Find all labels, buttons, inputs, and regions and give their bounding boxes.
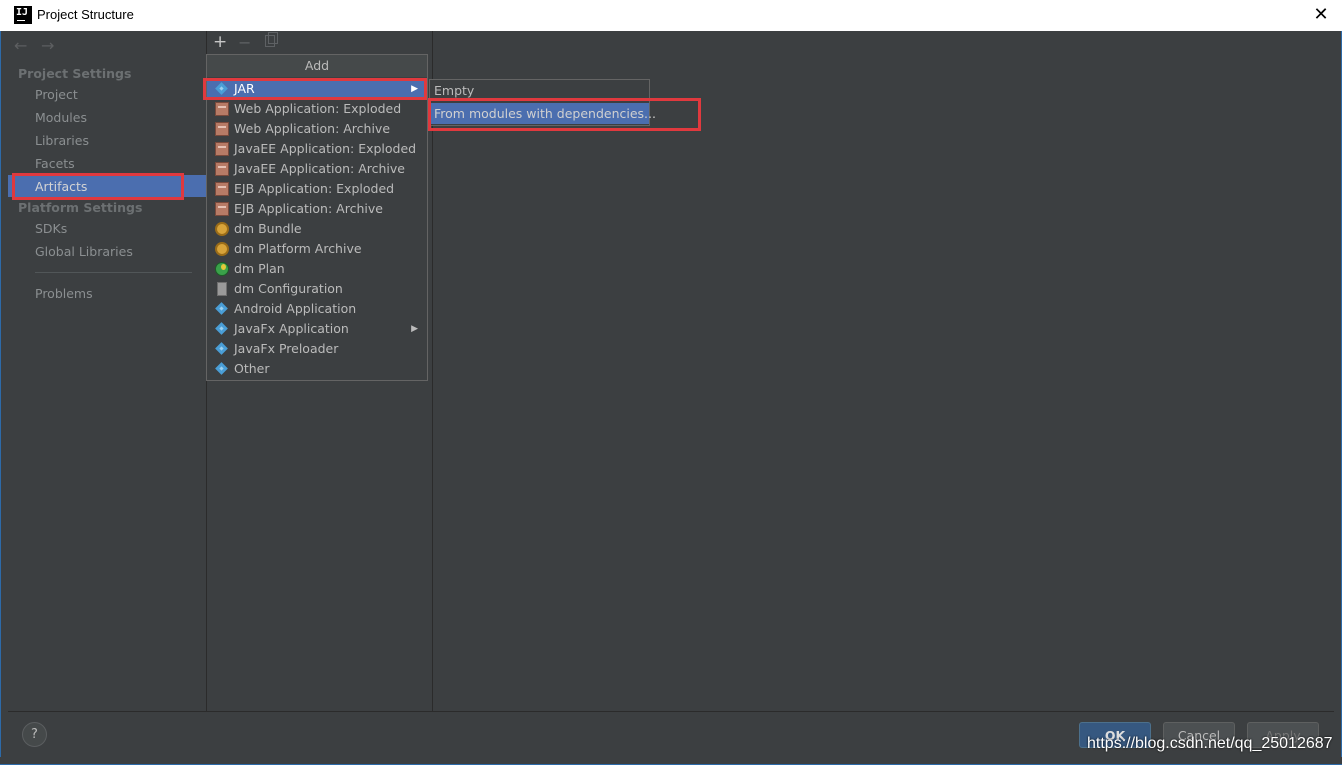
globe-icon bbox=[215, 262, 229, 276]
menu-item-label: Web Application: Archive bbox=[234, 121, 391, 136]
bundle-gear-icon bbox=[215, 242, 229, 256]
sidebar-item-modules[interactable]: Modules bbox=[35, 110, 87, 125]
diamond-icon bbox=[215, 302, 229, 316]
menu-item-label: JavaFx Preloader bbox=[234, 341, 339, 356]
menu-item-dm-bundle[interactable]: dm Bundle bbox=[207, 219, 427, 239]
sidebar-divider bbox=[35, 272, 192, 273]
menu-item-other[interactable]: Other bbox=[207, 359, 427, 379]
diamond-icon bbox=[215, 322, 229, 336]
ejb-icon bbox=[215, 182, 229, 196]
submenu-arrow-icon: ▶ bbox=[411, 84, 418, 94]
forward-arrow-icon[interactable]: → bbox=[41, 36, 54, 55]
submenu-arrow-icon: ▶ bbox=[411, 324, 418, 334]
bundle-gear-icon bbox=[215, 222, 229, 236]
menu-item-label: JavaEE Application: Archive bbox=[234, 161, 405, 176]
sidebar-item-global-libraries[interactable]: Global Libraries bbox=[35, 244, 133, 259]
menu-item-label: JavaFx Application bbox=[234, 321, 349, 336]
menu-item-dm-configuration[interactable]: dm Configuration bbox=[207, 279, 427, 299]
watermark-text: https://blog.csdn.net/qq_25012687 bbox=[1087, 735, 1333, 752]
javaee-icon bbox=[215, 142, 229, 156]
menu-item-label: EJB Application: Archive bbox=[234, 201, 383, 216]
diamond-icon bbox=[215, 362, 229, 376]
menu-item-label: dm Configuration bbox=[234, 281, 343, 296]
menu-item-label: Other bbox=[234, 361, 270, 376]
copy-icon[interactable] bbox=[265, 32, 278, 47]
menu-item-javaee-exploded[interactable]: JavaEE Application: Exploded bbox=[207, 139, 427, 159]
menu-item-ejb-archive[interactable]: EJB Application: Archive bbox=[207, 199, 427, 219]
menu-item-label: dm Plan bbox=[234, 261, 285, 276]
menu-item-label: dm Platform Archive bbox=[234, 241, 362, 256]
window-title: Project Structure bbox=[37, 7, 134, 22]
sidebar-item-libraries[interactable]: Libraries bbox=[35, 133, 89, 148]
menu-item-jar[interactable]: JAR ▶ bbox=[207, 79, 427, 99]
section-project-settings: Project Settings bbox=[18, 66, 132, 81]
sidebar-item-facets[interactable]: Facets bbox=[35, 156, 75, 171]
add-button[interactable]: + bbox=[213, 32, 227, 52]
menu-item-label: JAR bbox=[234, 81, 255, 96]
web-app-icon bbox=[215, 122, 229, 136]
window-titlebar: IJ Project Structure ✕ bbox=[0, 0, 1342, 32]
sidebar-item-sdks[interactable]: SDKs bbox=[35, 221, 67, 236]
diamond-icon bbox=[215, 82, 229, 96]
menu-item-label: EJB Application: Exploded bbox=[234, 181, 395, 196]
popup-header: Add bbox=[207, 55, 427, 77]
help-button[interactable]: ? bbox=[22, 722, 47, 747]
submenu-item-empty[interactable]: Empty bbox=[434, 83, 474, 98]
sidebar-item-project[interactable]: Project bbox=[35, 87, 78, 102]
window-frame-bottom bbox=[0, 757, 1342, 765]
close-button[interactable]: ✕ bbox=[1310, 4, 1332, 26]
window-frame-right bbox=[1333, 31, 1342, 765]
diamond-icon bbox=[215, 342, 229, 356]
menu-item-android-application[interactable]: Android Application bbox=[207, 299, 427, 319]
menu-item-javaee-archive[interactable]: JavaEE Application: Archive bbox=[207, 159, 427, 179]
menu-item-dm-plan[interactable]: dm Plan bbox=[207, 259, 427, 279]
menu-item-label: Web Application: Exploded bbox=[234, 101, 402, 116]
back-arrow-icon[interactable]: ← bbox=[14, 36, 27, 55]
file-icon bbox=[217, 282, 227, 296]
menu-item-javafx-preloader[interactable]: JavaFx Preloader bbox=[207, 339, 427, 359]
close-icon: ✕ bbox=[1313, 4, 1329, 25]
menu-item-label: dm Bundle bbox=[234, 221, 302, 236]
menu-item-dm-platform-archive[interactable]: dm Platform Archive bbox=[207, 239, 427, 259]
menu-item-label: JavaEE Application: Exploded bbox=[234, 141, 417, 156]
menu-item-web-app-archive[interactable]: Web Application: Archive bbox=[207, 119, 427, 139]
ejb-icon bbox=[215, 202, 229, 216]
submenu-item-from-modules-label: From modules with dependencies... bbox=[434, 106, 656, 121]
menu-item-ejb-exploded[interactable]: EJB Application: Exploded bbox=[207, 179, 427, 199]
sidebar-item-artifacts-label: Artifacts bbox=[35, 179, 88, 194]
javaee-icon bbox=[215, 162, 229, 176]
menu-item-label: Android Application bbox=[234, 301, 357, 316]
section-platform-settings: Platform Settings bbox=[18, 200, 143, 215]
web-app-icon bbox=[215, 102, 229, 116]
artifact-details-panel bbox=[433, 31, 1334, 711]
menu-item-web-app-exploded[interactable]: Web Application: Exploded bbox=[207, 99, 427, 119]
remove-button[interactable]: − bbox=[238, 33, 251, 52]
menu-item-javafx-application[interactable]: JavaFx Application ▶ bbox=[207, 319, 427, 339]
sidebar-item-problems[interactable]: Problems bbox=[35, 286, 93, 301]
intellij-logo-icon: IJ bbox=[14, 6, 32, 24]
